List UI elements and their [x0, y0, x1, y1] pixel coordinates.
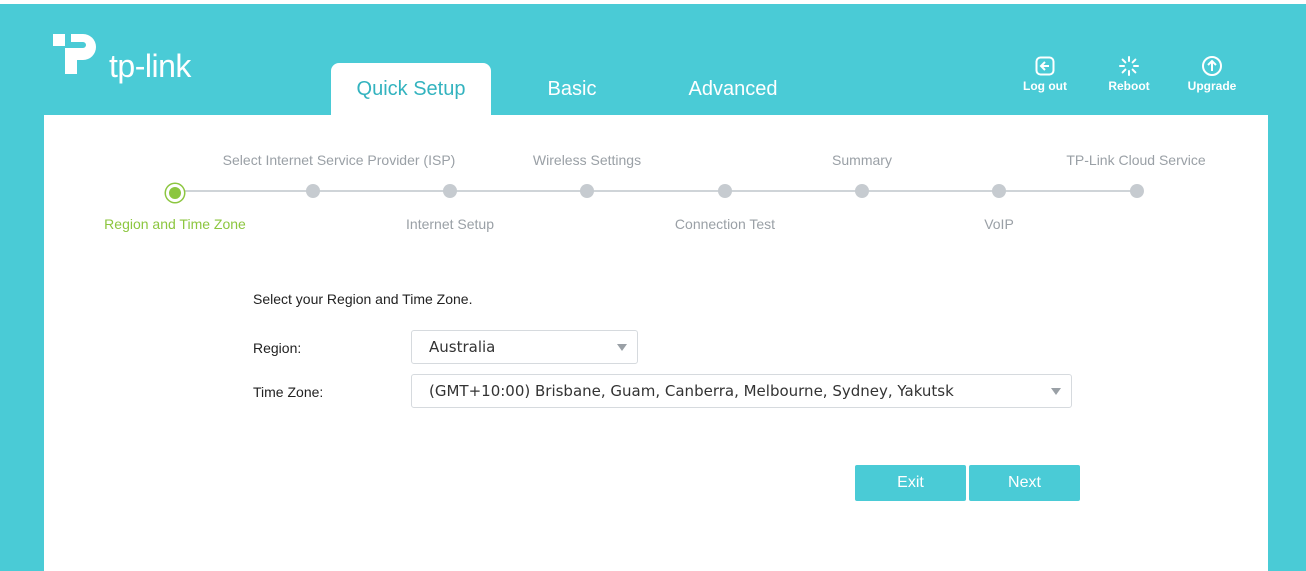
form-intro-text: Select your Region and Time Zone.	[253, 291, 473, 307]
step-label-region-time-zone: Region and Time Zone	[104, 216, 246, 232]
timezone-select[interactable]: (GMT+10:00) Brisbane, Guam, Canberra, Me…	[411, 374, 1072, 408]
step-dot-region-time-zone[interactable]	[166, 184, 184, 202]
step-label-connection-test: Connection Test	[674, 216, 776, 232]
chevron-down-icon	[1051, 388, 1061, 395]
setup-stepper: Region and Time Zone Select Internet Ser…	[0, 0, 1306, 260]
step-dot-voip[interactable]	[992, 184, 1006, 198]
exit-button[interactable]: Exit	[855, 465, 966, 501]
step-label-cloud-service: TP-Link Cloud Service	[1066, 152, 1206, 168]
step-dot-connection-test[interactable]	[718, 184, 732, 198]
timezone-select-value: (GMT+10:00) Brisbane, Guam, Canberra, Me…	[429, 382, 954, 400]
step-dot-cloud-service[interactable]	[1130, 184, 1144, 198]
chevron-down-icon	[617, 344, 627, 351]
next-button[interactable]: Next	[969, 465, 1080, 501]
region-label: Region:	[253, 340, 302, 356]
step-label-isp: Select Internet Service Provider (ISP)	[222, 152, 456, 168]
timezone-label: Time Zone:	[253, 384, 324, 400]
step-label-voip: VoIP	[984, 216, 1014, 232]
step-dot-wireless-settings[interactable]	[580, 184, 594, 198]
step-label-internet-setup: Internet Setup	[406, 216, 494, 232]
step-dot-summary[interactable]	[855, 184, 869, 198]
step-dot-internet-setup[interactable]	[443, 184, 457, 198]
step-dot-isp[interactable]	[306, 184, 320, 198]
step-label-wireless-settings: Wireless Settings	[532, 152, 642, 168]
region-select[interactable]: Australia	[411, 330, 638, 364]
step-label-summary: Summary	[832, 152, 892, 168]
region-select-value: Australia	[429, 338, 496, 356]
